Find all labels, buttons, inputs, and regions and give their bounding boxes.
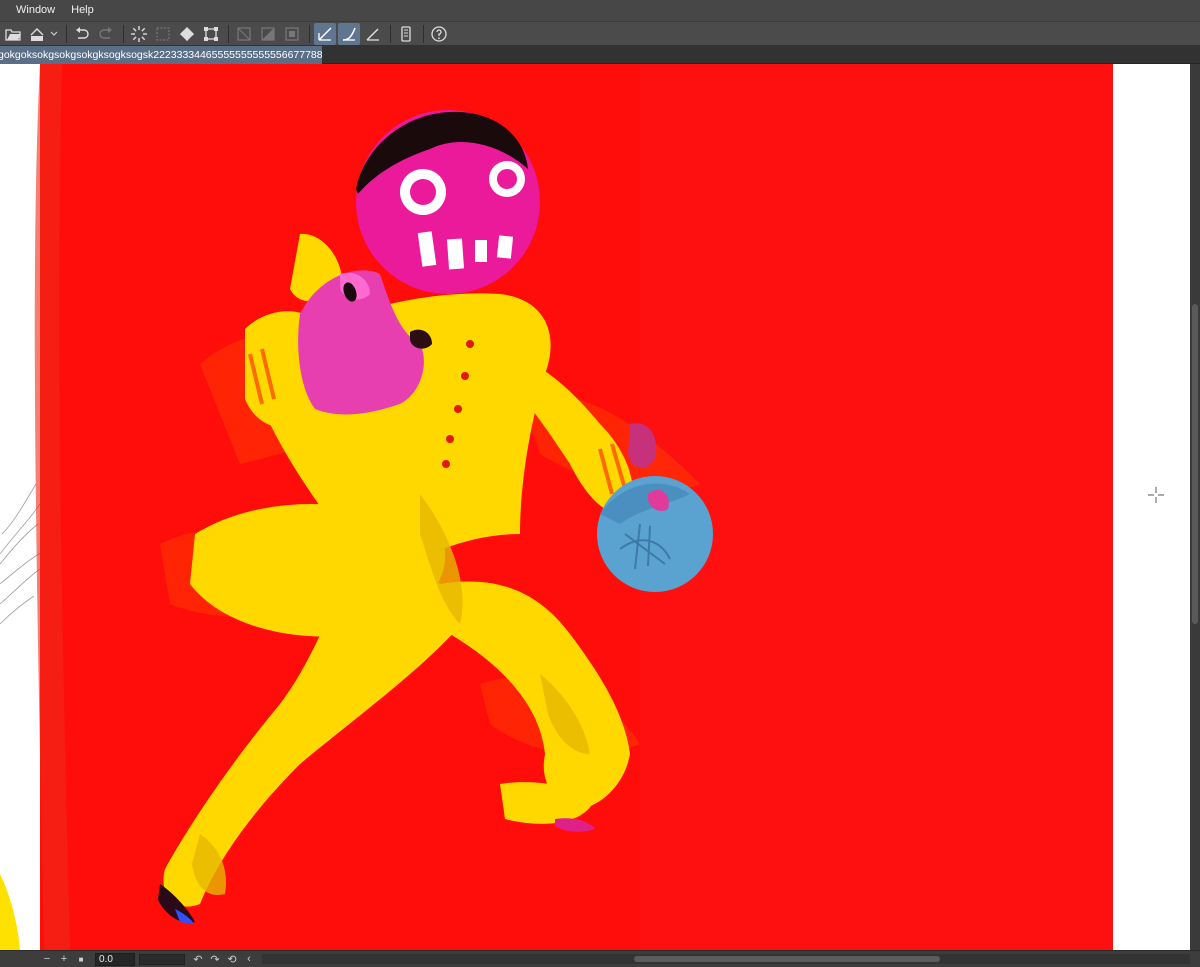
menu-help[interactable]: Help <box>63 0 102 21</box>
zoom-out-button[interactable]: − <box>40 952 54 966</box>
menu-window[interactable]: Window <box>8 0 63 21</box>
toolbar-divider <box>228 24 229 43</box>
document-tab-title: gokgoksokgsokgsokgksogksogsk222333344655… <box>0 49 322 61</box>
crosshair-cursor-icon <box>1148 487 1164 503</box>
selection-border-icon[interactable] <box>281 23 303 45</box>
document-tab-bar: gokgoksokgsokgsokgksogksogsk222333344655… <box>0 45 1200 64</box>
rotate-left-button[interactable]: ↶ <box>191 952 205 966</box>
toolbar-divider <box>390 24 391 43</box>
vertical-scrollbar[interactable] <box>1190 64 1200 950</box>
artwork <box>0 64 1190 950</box>
snap-special-ruler-icon[interactable] <box>338 22 360 45</box>
horizontal-scrollbar-thumb[interactable] <box>634 956 940 962</box>
invert-selection-icon[interactable] <box>257 23 279 45</box>
canvas-area[interactable] <box>0 64 1190 950</box>
clear-selection-icon[interactable] <box>152 23 174 45</box>
reset-rotation-button[interactable]: ⟲ <box>225 952 239 966</box>
loading-spinner-icon[interactable] <box>128 23 150 45</box>
open-file-icon[interactable] <box>2 23 24 45</box>
status-bar: − + ■ 0.0 ↶ ↷ ⟲ ‹ <box>0 950 1200 967</box>
help-icon[interactable] <box>428 23 450 45</box>
scroll-left-button[interactable]: ‹ <box>242 952 256 966</box>
zoom-in-button[interactable]: + <box>57 952 71 966</box>
snap-ruler-icon[interactable] <box>314 22 336 45</box>
document-tab[interactable]: gokgoksokgsokgsokgksogksogsk222333344655… <box>0 46 322 64</box>
snap-grid-icon[interactable] <box>362 23 384 45</box>
toolbar-divider <box>309 24 310 43</box>
vertical-scrollbar-thumb[interactable] <box>1192 304 1198 624</box>
toolbar-divider <box>123 24 124 43</box>
rotation-slider[interactable] <box>139 953 185 965</box>
horizontal-scrollbar[interactable] <box>262 954 1190 964</box>
hide-selection-icon[interactable] <box>233 23 255 45</box>
chevron-down-icon[interactable] <box>50 23 58 45</box>
rotate-right-button[interactable]: ↷ <box>208 952 222 966</box>
toolbar-divider <box>423 24 424 43</box>
device-icon[interactable] <box>395 23 417 45</box>
toolbar-divider <box>66 24 67 43</box>
command-toolbar <box>0 21 1200 45</box>
transform-icon[interactable] <box>200 23 222 45</box>
redo-icon[interactable] <box>95 23 117 45</box>
menu-bar: Window Help <box>0 0 1200 21</box>
rotation-field[interactable]: 0.0 <box>95 952 135 966</box>
fit-window-button[interactable]: ■ <box>74 952 88 966</box>
undo-icon[interactable] <box>71 23 93 45</box>
fill-icon[interactable] <box>176 23 198 45</box>
save-icon[interactable] <box>26 23 48 45</box>
